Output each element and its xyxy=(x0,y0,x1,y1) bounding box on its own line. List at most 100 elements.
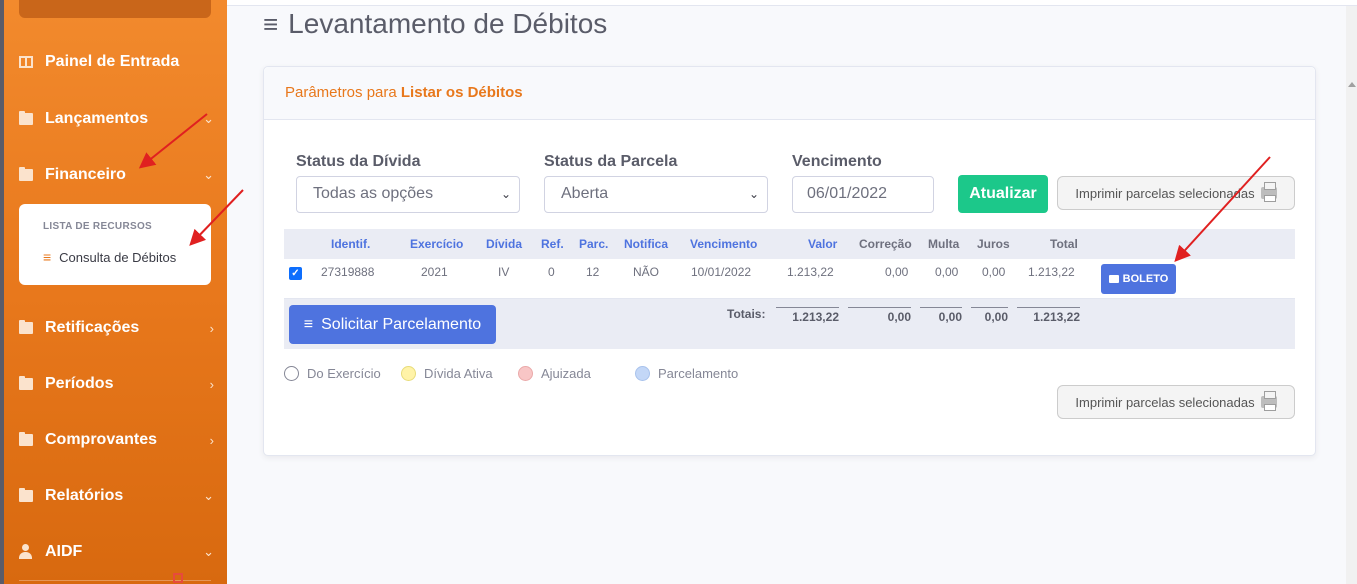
total-correcao: 0,00 xyxy=(848,307,911,324)
folder-icon xyxy=(19,111,33,125)
atualizar-button[interactable]: Atualizar xyxy=(958,175,1048,213)
annotation-box xyxy=(173,573,183,583)
user-icon xyxy=(19,544,33,559)
sidebar-item-label: Financeiro xyxy=(45,166,126,183)
sidebar-submenu: LISTA DE RECURSOS ≡ Consulta de Débitos xyxy=(19,204,211,285)
button-label: Solicitar Parcelamento xyxy=(321,315,482,333)
legend-label: Dívida Ativa xyxy=(424,366,493,381)
sidebar-item-periodos[interactable]: Períodos › xyxy=(19,372,214,396)
legend-label: Ajuizada xyxy=(541,366,591,381)
sidebar-item-relatorios[interactable]: Relatórios ⌄ xyxy=(19,484,214,508)
page-title-text: Levantamento de Débitos xyxy=(288,8,608,39)
submenu-link-label: Consulta de Débitos xyxy=(59,249,177,265)
scrollbar[interactable] xyxy=(1346,6,1357,584)
button-label: BOLETO xyxy=(1122,273,1169,285)
sidebar-item-label: Comprovantes xyxy=(45,431,158,448)
col-header[interactable]: Notifica xyxy=(624,237,668,251)
list-icon: ≡ xyxy=(303,315,314,333)
sidebar-item-label: Períodos xyxy=(45,375,114,392)
folder-icon xyxy=(19,488,33,502)
total-multa: 0,00 xyxy=(920,307,962,324)
chevron-down-icon: ⌄ xyxy=(203,488,214,503)
sidebar-item-financeiro[interactable]: Financeiro ⌄ xyxy=(19,163,214,187)
cell-divida: IV xyxy=(498,265,510,279)
total-juros: 0,00 xyxy=(971,307,1008,324)
card-title: Parâmetros para Listar os Débitos xyxy=(285,84,523,101)
total-valor: 1.213,22 xyxy=(776,307,839,324)
topbar xyxy=(227,0,1357,6)
cell-parc: 12 xyxy=(586,265,600,279)
chevron-right-icon: › xyxy=(209,432,214,448)
col-header: Total xyxy=(1050,237,1078,251)
panel-icon xyxy=(19,56,33,68)
boleto-button[interactable]: BOLETO xyxy=(1101,264,1176,294)
legend-item: Do Exercício xyxy=(284,366,381,381)
total-total: 1.213,22 xyxy=(1017,307,1080,324)
input-value: 06/01/2022 xyxy=(807,185,888,202)
sidebar-item-retificacoes[interactable]: Retificações › xyxy=(19,316,214,340)
sidebar-item-label: Painel de Entrada xyxy=(45,53,180,70)
vencimento-input[interactable]: 06/01/2022 xyxy=(792,176,934,213)
chevron-down-icon: ⌄ xyxy=(203,544,214,559)
folder-icon xyxy=(19,432,33,446)
printer-icon xyxy=(1260,182,1277,202)
col-header[interactable]: Identif. xyxy=(331,237,370,251)
button-label: Imprimir parcelas selecionadas xyxy=(1075,394,1255,410)
submenu-header: LISTA DE RECURSOS xyxy=(43,221,152,232)
sidebar-item-aidf[interactable]: AIDF ⌄ xyxy=(19,540,214,564)
sidebar-item-label: AIDF xyxy=(45,543,83,560)
page-title: ≡ Levantamento de Débitos xyxy=(263,8,607,40)
sidebar-item-comprovantes[interactable]: Comprovantes › xyxy=(19,428,214,452)
cell-notifica: NÃO xyxy=(633,265,660,279)
legend-item: Parcelamento xyxy=(635,366,738,381)
sidebar-item-label: Retificações xyxy=(45,319,140,336)
folder-icon xyxy=(19,376,33,390)
printer-icon xyxy=(1108,275,1119,283)
imprimir-bottom-button[interactable]: Imprimir parcelas selecionadas xyxy=(1057,385,1295,419)
chevron-down-icon: ⌄ xyxy=(203,167,214,182)
sidebar-top-stub xyxy=(19,0,211,18)
printer-icon xyxy=(1260,391,1277,411)
col-header: Multa xyxy=(928,237,960,251)
legend-label: Do Exercício xyxy=(307,366,381,381)
status-divida-select[interactable]: Todas as opções ⌄ xyxy=(296,176,520,213)
sidebar-item-lancamentos[interactable]: Lançamentos ⌄ xyxy=(19,107,214,131)
col-header[interactable]: Valor xyxy=(808,237,837,251)
sidebar-item-label: Relatórios xyxy=(45,487,124,504)
col-header[interactable]: Dívida xyxy=(486,237,522,251)
imprimir-top-button[interactable]: Imprimir parcelas selecionadas xyxy=(1057,176,1295,210)
sidebar-item-label: Lançamentos xyxy=(45,110,149,127)
cell-juros: 0,00 xyxy=(982,265,1006,279)
legend-item: Dívida Ativa xyxy=(401,366,493,381)
legend-dot xyxy=(635,366,650,381)
sidebar-item-painel[interactable]: Painel de Entrada xyxy=(19,50,214,74)
chevron-down-icon: ⌄ xyxy=(500,187,511,201)
chevron-down-icon: ⌄ xyxy=(203,111,214,126)
totals-label: Totais: xyxy=(727,307,766,321)
sidebar-edge xyxy=(0,0,4,584)
legend-dot xyxy=(518,366,533,381)
solicitar-parcelamento-button[interactable]: ≡ Solicitar Parcelamento xyxy=(289,305,496,344)
submenu-link-consulta-debitos[interactable]: ≡ Consulta de Débitos xyxy=(43,249,176,265)
col-header[interactable]: Parc. xyxy=(579,237,608,251)
status-parcela-select[interactable]: Aberta ⌄ xyxy=(544,176,768,213)
status-parcela-label: Status da Parcela xyxy=(544,153,678,170)
scroll-up-icon[interactable] xyxy=(1348,82,1356,87)
status-divida-label: Status da Dívida xyxy=(296,153,421,170)
vencimento-label: Vencimento xyxy=(792,153,882,170)
card-header: Parâmetros para Listar os Débitos xyxy=(264,67,1315,120)
cell-identif: 27319888 xyxy=(321,265,375,279)
legend-item: Ajuizada xyxy=(518,366,591,381)
col-header: Juros xyxy=(977,237,1010,251)
select-value: Todas as opções xyxy=(313,185,434,202)
row-checkbox[interactable]: ✓ xyxy=(289,267,302,280)
sidebar: Painel de Entrada Lançamentos ⌄ Financei… xyxy=(0,0,227,584)
col-header[interactable]: Vencimento xyxy=(690,237,757,251)
cell-ref: 0 xyxy=(548,265,555,279)
cell-vencimento: 10/01/2022 xyxy=(691,265,752,279)
col-header[interactable]: Ref. xyxy=(541,237,564,251)
col-header[interactable]: Exercício xyxy=(410,237,463,251)
select-value: Aberta xyxy=(561,185,609,202)
folder-icon xyxy=(19,167,33,181)
cell-valor: 1.213,22 xyxy=(787,265,834,279)
